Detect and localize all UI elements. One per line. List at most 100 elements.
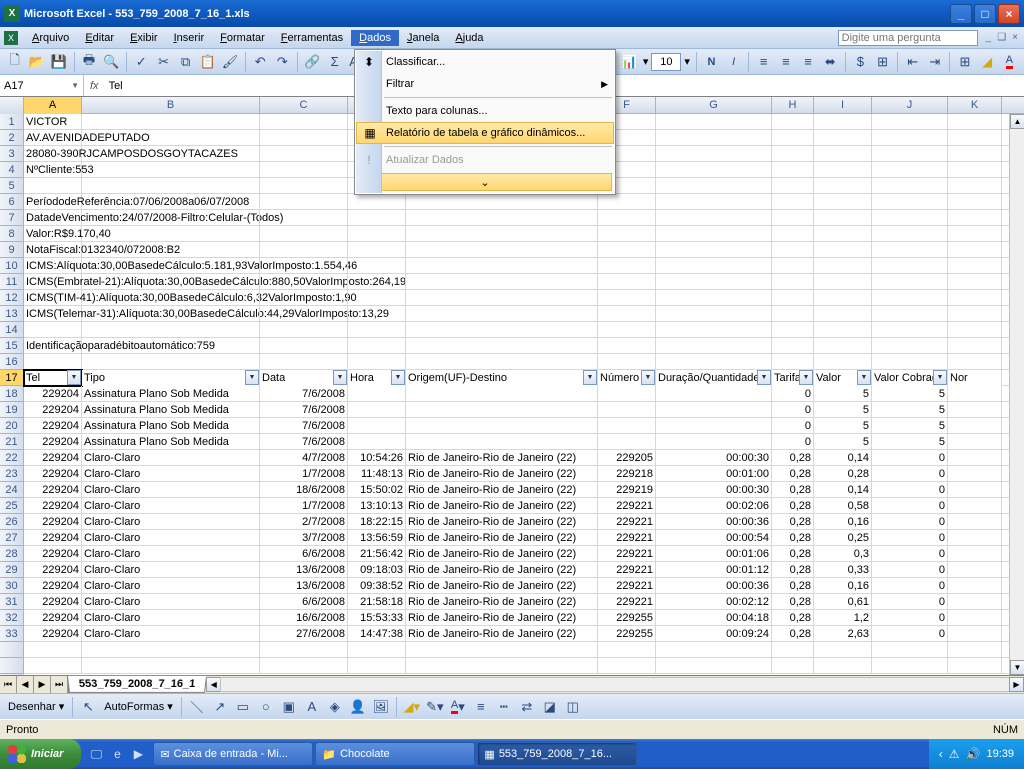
cell[interactable]: 229204 — [24, 450, 82, 466]
row-header[interactable]: 1 — [0, 114, 24, 130]
cell[interactable] — [406, 242, 598, 258]
cell[interactable] — [406, 402, 598, 418]
cell[interactable] — [82, 242, 260, 258]
cell[interactable] — [406, 226, 598, 242]
cell[interactable]: 229255 — [598, 610, 656, 626]
cell[interactable] — [598, 418, 656, 434]
chart-button[interactable]: 📊 — [619, 51, 640, 73]
cell[interactable]: 5 — [872, 386, 948, 402]
cell[interactable]: 21:58:18 — [348, 594, 406, 610]
line-button[interactable]: ＼ — [186, 696, 208, 718]
show-desktop-icon[interactable]: 🖵 — [87, 745, 105, 763]
cell[interactable] — [948, 162, 1002, 178]
cell[interactable]: 0 — [872, 482, 948, 498]
cell[interactable]: 00:00:30 — [656, 450, 772, 466]
cell[interactable] — [772, 322, 814, 338]
cell[interactable]: 0,28 — [772, 482, 814, 498]
cell[interactable] — [260, 290, 348, 306]
col-header-H[interactable]: H — [772, 97, 814, 114]
cell[interactable] — [598, 194, 656, 210]
arrow-style-button[interactable]: ⇄ — [516, 696, 538, 718]
cell[interactable] — [814, 242, 872, 258]
mdi-close-button[interactable]: × — [1010, 32, 1020, 43]
cell[interactable]: 0 — [872, 562, 948, 578]
cell[interactable] — [406, 210, 598, 226]
cell[interactable] — [260, 162, 348, 178]
cell[interactable] — [814, 146, 872, 162]
horizontal-scrollbar[interactable]: ◀ ▶ — [206, 676, 1024, 693]
row-header[interactable]: 32 — [0, 610, 24, 626]
cell[interactable]: 0,58 — [814, 498, 872, 514]
cell[interactable] — [82, 194, 260, 210]
cell[interactable] — [82, 162, 260, 178]
cell[interactable] — [948, 466, 1002, 482]
cell[interactable] — [814, 162, 872, 178]
cell[interactable] — [814, 306, 872, 322]
cell[interactable]: 5 — [872, 418, 948, 434]
clock[interactable]: 19:39 — [986, 748, 1014, 760]
cell[interactable] — [82, 210, 260, 226]
cell[interactable] — [772, 338, 814, 354]
cell[interactable]: Assinatura Plano Sob Medida — [82, 434, 260, 450]
cell[interactable] — [406, 290, 598, 306]
cell[interactable]: Rio de Janeiro-Rio de Janeiro (22) — [406, 578, 598, 594]
cell[interactable] — [82, 274, 260, 290]
new-button[interactable]: 🗋 — [4, 51, 25, 73]
cell[interactable] — [872, 322, 948, 338]
cell[interactable]: 11:48:13 — [348, 466, 406, 482]
cell[interactable] — [772, 114, 814, 130]
cell[interactable] — [872, 290, 948, 306]
cell[interactable]: 5 — [872, 434, 948, 450]
scroll-up-button[interactable]: ▲ — [1010, 114, 1024, 129]
vertical-scrollbar[interactable]: ▲ ▼ — [1009, 114, 1024, 675]
cell[interactable]: NºCliente:553 — [24, 162, 82, 178]
cell[interactable] — [598, 322, 656, 338]
italic-button[interactable]: I — [723, 51, 744, 73]
cell[interactable] — [348, 274, 406, 290]
increase-indent-button[interactable]: ⇥ — [924, 51, 945, 73]
row-header[interactable]: 8 — [0, 226, 24, 242]
cell[interactable] — [772, 354, 814, 370]
cell[interactable] — [656, 146, 772, 162]
cell[interactable] — [948, 386, 1002, 402]
media-icon[interactable]: ▶ — [129, 745, 147, 763]
cell[interactable] — [772, 306, 814, 322]
cell[interactable] — [948, 274, 1002, 290]
cell[interactable]: 0,28 — [772, 498, 814, 514]
cell[interactable]: 1/7/2008 — [260, 498, 348, 514]
minimize-button[interactable]: _ — [950, 4, 972, 24]
taskbar-task[interactable]: ▦553_759_2008_7_16... — [477, 742, 637, 766]
cell[interactable] — [260, 146, 348, 162]
cell[interactable]: 7/6/2008 — [260, 386, 348, 402]
cell[interactable] — [348, 306, 406, 322]
cell[interactable] — [948, 226, 1002, 242]
select-objects-button[interactable]: ↖ — [77, 696, 99, 718]
cell[interactable]: Claro-Claro — [82, 578, 260, 594]
row-header[interactable]: 23 — [0, 466, 24, 482]
cell[interactable]: 13/6/2008 — [260, 562, 348, 578]
cell[interactable]: ICMS(Telemar-31):Alíquota:30,00BasedeCál… — [24, 306, 82, 322]
menu-janela[interactable]: Janela — [399, 30, 447, 46]
cell[interactable] — [406, 434, 598, 450]
cell[interactable]: 13:10:13 — [348, 498, 406, 514]
cell[interactable]: VICTOR — [24, 114, 82, 130]
cell[interactable]: 16/6/2008 — [260, 610, 348, 626]
cell[interactable] — [260, 114, 348, 130]
cell[interactable]: Rio de Janeiro-Rio de Janeiro (22) — [406, 562, 598, 578]
cell[interactable] — [260, 338, 348, 354]
cell[interactable] — [348, 658, 406, 674]
cell[interactable] — [656, 658, 772, 674]
cell[interactable]: 6/6/2008 — [260, 546, 348, 562]
tray-icon[interactable]: ⚠ — [949, 747, 960, 761]
cell[interactable] — [260, 306, 348, 322]
cell[interactable] — [348, 418, 406, 434]
cell[interactable] — [406, 642, 598, 658]
cell[interactable] — [814, 130, 872, 146]
row-header[interactable]: 6 — [0, 194, 24, 210]
cell[interactable]: 229204 — [24, 578, 82, 594]
cell[interactable]: 0 — [772, 402, 814, 418]
cell[interactable]: Valor▼ — [814, 370, 872, 386]
cell[interactable] — [656, 354, 772, 370]
cell[interactable]: 0 — [772, 386, 814, 402]
comma-button[interactable]: ⊞ — [872, 51, 893, 73]
